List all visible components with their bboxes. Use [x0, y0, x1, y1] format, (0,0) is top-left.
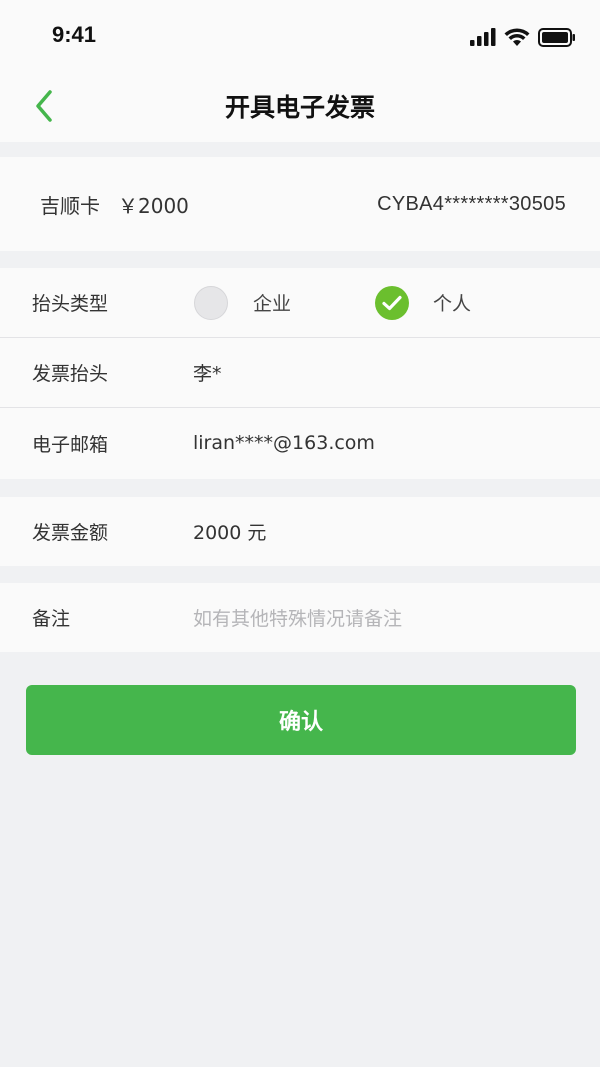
checkmark-icon [382, 295, 402, 310]
invoice-amount-section: 发票金额 2000 元 [0, 497, 600, 566]
invoice-title-field[interactable]: 李* [193, 359, 222, 386]
title-type-label: 抬头类型 [32, 293, 109, 315]
remarks-section: 备注 如有其他特殊情况请备注 [0, 583, 600, 652]
gift-card-amount: ￥2000 [118, 193, 189, 218]
invoice-amount-value: 2000 元 [193, 522, 267, 544]
radio-enterprise-label[interactable]: 企业 [253, 289, 291, 316]
email-row: 电子邮箱 liran****@163.com [0, 408, 600, 478]
signal-icon [470, 28, 496, 46]
status-bar: 9:41 [0, 0, 600, 70]
gift-card-row: 吉顺卡 ￥2000 CYBA4********30505 [0, 169, 600, 239]
invoice-amount-label: 发票金额 [32, 522, 109, 544]
battery-icon [538, 27, 575, 47]
wifi-icon [504, 27, 530, 46]
confirm-button[interactable]: 确认 [26, 685, 576, 755]
email-label: 电子邮箱 [32, 433, 109, 456]
invoice-title-label: 发票抬头 [32, 363, 109, 385]
gift-card-number: CYBA4********30505 [377, 192, 566, 215]
invoice-info-section: 抬头类型 企业 个人 发票抬头 李* 电子邮箱 liran****@163.co… [0, 268, 600, 479]
remarks-input[interactable]: 如有其他特殊情况请备注 [193, 604, 402, 631]
radio-enterprise[interactable] [194, 285, 228, 320]
remarks-label: 备注 [32, 608, 71, 630]
title-type-row: 抬头类型 企业 个人 [0, 268, 600, 338]
radio-personal-label[interactable]: 个人 [433, 289, 471, 316]
status-time: 9:41 [52, 22, 97, 47]
email-field[interactable]: liran****@163.com [193, 432, 375, 454]
invoice-title-row: 发票抬头 李* [0, 338, 600, 408]
gift-card-name: 吉顺卡 [40, 193, 100, 218]
navigation-bar: 开具电子发票 [0, 70, 600, 142]
page-title: 开具电子发票 [224, 93, 375, 122]
gift-card-section: 吉顺卡 ￥2000 CYBA4********30505 [0, 157, 600, 251]
radio-personal[interactable] [375, 285, 409, 320]
remarks-row: 备注 如有其他特殊情况请备注 [0, 583, 600, 652]
status-icons [470, 26, 576, 48]
invoice-amount-row: 发票金额 2000 元 [0, 497, 600, 566]
